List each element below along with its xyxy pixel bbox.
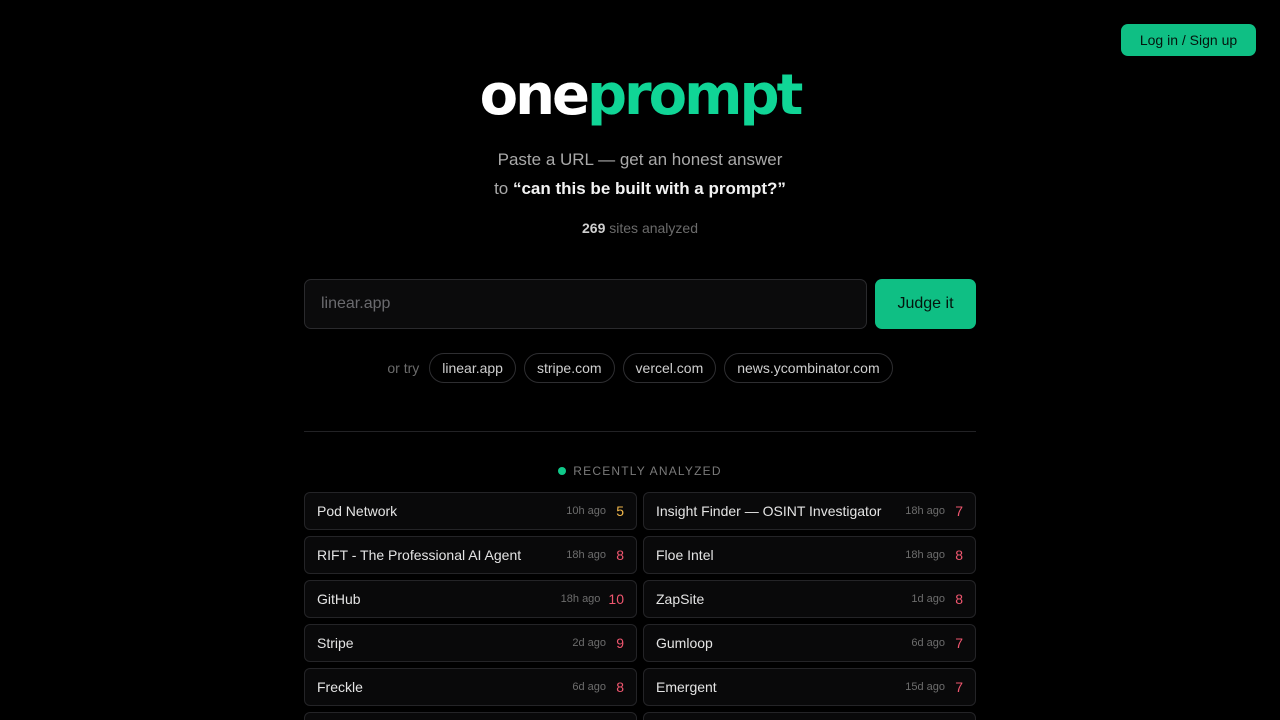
site-name: Stripe [317,635,354,651]
recent-sites-grid: Pod Network 10h ago 5 Insight Finder — O… [304,492,976,720]
sites-count-label: sites analyzed [609,220,698,236]
recent-site-card[interactable] [643,712,976,720]
site-score: 7 [955,679,963,695]
suggestion-chip-hackernews[interactable]: news.ycombinator.com [724,353,893,383]
recently-analyzed-label: RECENTLY ANALYZED [573,464,722,478]
suggestion-row: or try linear.app stripe.com vercel.com … [0,353,1280,383]
suggestion-chip-stripe[interactable]: stripe.com [523,353,615,383]
site-score: 7 [955,503,963,519]
site-score: 8 [955,591,963,607]
site-time-ago: 18h ago [560,593,601,605]
suggestion-chip-vercel[interactable]: vercel.com [622,353,717,383]
sites-count-number: 269 [582,220,606,236]
tagline-line-2: to “can this be built with a prompt?” [0,174,1280,203]
tagline-prefix: to [494,179,513,198]
recent-site-card[interactable]: Gumloop 6d ago 7 [643,624,976,662]
site-name: Floe Intel [656,547,714,563]
recent-site-card[interactable]: GitHub 18h ago 10 [304,580,637,618]
site-time-ago: 15d ago [905,681,945,693]
logo-part-prompt: prompt [586,63,803,128]
recent-site-card[interactable]: ZapSite 1d ago 8 [643,580,976,618]
site-name: GitHub [317,591,361,607]
site-score: 5 [616,503,624,519]
site-name: Emergent [656,679,717,695]
site-score: 8 [955,547,963,563]
login-signup-button[interactable]: Log in / Sign up [1121,24,1256,56]
site-time-ago: 18h ago [566,549,606,561]
judge-it-button[interactable]: Judge it [875,279,976,329]
tagline-line-1: Paste a URL — get an honest answer [497,150,783,169]
site-time-ago: 6d ago [911,637,945,649]
suggestion-chip-linear[interactable]: linear.app [429,353,516,383]
site-name: Freckle [317,679,363,695]
recent-site-card[interactable]: Pod Network 10h ago 5 [304,492,637,530]
recent-site-card[interactable]: Stripe 2d ago 9 [304,624,637,662]
site-score: 8 [616,679,624,695]
recent-site-card[interactable] [304,712,637,720]
live-dot-icon [558,467,567,475]
logo-part-one: one [479,63,590,128]
tagline: Paste a URL — get an honest answer to “c… [0,145,1280,203]
site-score: 7 [955,635,963,651]
site-score: 8 [616,547,624,563]
section-divider [304,431,976,432]
site-time-ago: 6d ago [572,681,606,693]
site-time-ago: 18h ago [905,505,945,517]
site-name: RIFT - The Professional AI Agent [317,547,522,563]
or-try-label: or try [387,360,420,376]
site-name: Insight Finder — OSINT Investigator [656,503,882,519]
site-name: Gumloop [656,635,713,651]
site-name: Pod Network [317,503,398,519]
site-time-ago: 10h ago [566,505,606,517]
site-score: 9 [616,635,624,651]
recent-site-card[interactable]: Floe Intel 18h ago 8 [643,536,976,574]
recent-site-card[interactable]: Freckle 6d ago 8 [304,668,637,706]
site-time-ago: 1d ago [911,593,945,605]
recent-site-card[interactable]: Insight Finder — OSINT Investigator 18h … [643,492,976,530]
site-name: ZapSite [656,591,705,607]
recent-site-card[interactable]: RIFT - The Professional AI Agent 18h ago… [304,536,637,574]
sites-analyzed-count: 269 sites analyzed [0,220,1280,236]
tagline-question: “can this be built with a prompt?” [512,179,786,198]
url-input[interactable] [304,279,867,329]
recently-analyzed-heading: RECENTLY ANALYZED [0,464,1280,478]
logo: oneprompt [0,62,1280,130]
recent-site-card[interactable]: Emergent 15d ago 7 [643,668,976,706]
site-time-ago: 2d ago [572,637,606,649]
site-time-ago: 18h ago [905,549,945,561]
site-score: 10 [608,591,624,607]
